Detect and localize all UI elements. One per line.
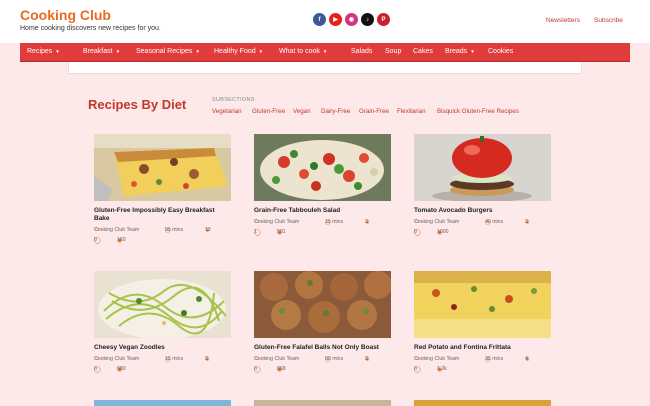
recipe-card[interactable]: Gluten-Free Impossibly Easy Breakfast Ba… <box>94 134 231 247</box>
recipe-time: 15 mins <box>165 356 184 362</box>
recipe-author[interactable]: Cooking Club Team <box>254 219 299 225</box>
recipe-author[interactable]: Cooking Club Team <box>414 356 459 362</box>
social-links: f ▶ ◉ ♪ P <box>313 13 390 26</box>
chevron-down-icon: ▼ <box>322 48 328 54</box>
chevron-down-icon: ▼ <box>195 48 200 54</box>
recipe-views: 1.2k <box>437 366 447 372</box>
subsections-label: SUBSECTIONS <box>212 97 255 103</box>
recipe-views: 1000 <box>437 229 449 235</box>
nav-item-soup[interactable]: Soup <box>385 48 401 55</box>
recipe-image[interactable] <box>254 134 391 201</box>
recipe-image[interactable] <box>254 271 391 338</box>
recipe-comments[interactable]: 0 <box>254 366 257 372</box>
recipe-comments[interactable]: 0 <box>94 237 97 243</box>
recipe-time: 15 mins <box>325 219 344 225</box>
recipe-author[interactable]: Cooking Club Team <box>94 356 139 362</box>
recipe-servings: 4 <box>525 356 528 362</box>
nav-item-breads[interactable]: Breads ▼ <box>445 48 475 55</box>
recipe-card[interactable]: Cheesy Vegan Zoodles ☺ Cooking Club Team … <box>94 271 231 376</box>
subsection-link-dairy-free[interactable]: Dairy-Free <box>321 108 350 115</box>
chevron-down-icon: ▼ <box>55 48 60 54</box>
recipe-image[interactable] <box>414 271 551 338</box>
recipe-time: 35 mins <box>485 356 504 362</box>
recipe-title[interactable]: Tomato Avocado Burgers <box>414 207 551 215</box>
recipe-time: 40 mins <box>485 219 504 225</box>
recipe-card[interactable]: Tomato Avocado Burgers ☺ Cooking Club Tea… <box>414 134 551 239</box>
nav-item-recipes[interactable]: Recipes ▼ <box>27 48 60 55</box>
site-header: Cooking Club Home cooking discovers new … <box>0 0 650 43</box>
nav-item-what-to-cook[interactable]: What to cook ▼ <box>279 48 327 55</box>
recipe-views: 868 <box>277 366 286 372</box>
recipe-image[interactable] <box>94 400 231 406</box>
recipe-comments[interactable]: 0 <box>94 366 97 372</box>
recipe-card[interactable]: Red Potato and Fontina Frittata ☺ Cooking… <box>414 271 551 376</box>
recipe-views: 160 <box>117 237 126 243</box>
subsection-link-vegetarian[interactable]: Vegetarian <box>212 108 242 115</box>
recipe-servings: 12 <box>205 227 211 233</box>
recipe-title[interactable]: Gluten-Free Impossibly Easy Breakfast Ba… <box>94 207 231 223</box>
pinterest-icon[interactable]: P <box>377 13 390 26</box>
subsection-link-flexitarian[interactable]: Flexitarian <box>397 108 426 115</box>
site-tagline: Home cooking discovers new recipes for y… <box>20 25 161 32</box>
content-frame <box>68 62 582 74</box>
recipe-card[interactable]: Grain-Free Tabbouleh Salad ☺ Cooking Club… <box>254 134 391 239</box>
recipe-time: 55 mins <box>165 227 184 233</box>
subsection-link-grain-free[interactable]: Grain-Free <box>359 108 389 115</box>
youtube-icon[interactable]: ▶ <box>329 13 342 26</box>
recipe-title[interactable]: Red Potato and Fontina Frittata <box>414 344 551 352</box>
instagram-icon[interactable]: ◉ <box>345 13 358 26</box>
recipe-servings: 2 <box>365 219 368 225</box>
recipe-comments[interactable]: 0 <box>414 366 417 372</box>
newsletters-link[interactable]: Newsletters <box>546 17 580 24</box>
recipe-image[interactable] <box>94 271 231 338</box>
recipe-comments[interactable]: 1 <box>254 229 257 235</box>
main-nav: Recipes ▼ Breakfast ▼ Seasonal Recipes ▼ He… <box>20 43 630 62</box>
recipe-author[interactable]: Cooking Club Team <box>94 227 139 233</box>
recipe-title[interactable]: Gluten-Free Falafel Balls Not Only Boast <box>254 344 391 352</box>
recipe-title[interactable]: Cheesy Vegan Zoodles <box>94 344 231 352</box>
nav-item-healthy-food[interactable]: Healthy Food ▼ <box>214 48 263 55</box>
facebook-icon[interactable]: f <box>313 13 326 26</box>
tiktok-icon[interactable]: ♪ <box>361 13 374 26</box>
nav-item-cookies[interactable]: Cookies <box>488 48 513 55</box>
subscribe-link[interactable]: Subscribe <box>594 17 623 24</box>
recipe-author[interactable]: Cooking Club Team <box>254 356 299 362</box>
chevron-down-icon: ▼ <box>470 48 475 54</box>
recipe-servings: 2 <box>525 219 528 225</box>
recipe-views: 680 <box>117 366 126 372</box>
nav-item-seasonal-recipes[interactable]: Seasonal Recipes ▼ <box>136 48 200 55</box>
subsection-link-gluten-free[interactable]: Gluten-Free <box>252 108 285 115</box>
recipe-author[interactable]: Cooking Club Team <box>414 219 459 225</box>
recipe-card[interactable]: Gluten-Free Falafel Balls Not Only Boast… <box>254 271 391 376</box>
chevron-down-icon: ▼ <box>115 48 121 54</box>
recipe-image[interactable] <box>94 134 231 201</box>
site-title[interactable]: Cooking Club <box>20 7 111 23</box>
subsection-link-bisquick[interactable]: Bisquick Gluten-Free Recipes <box>437 108 519 115</box>
chevron-down-icon: ▼ <box>258 48 264 54</box>
recipe-views: 591 <box>277 229 286 235</box>
nav-item-cakes[interactable]: Cakes <box>413 48 433 55</box>
nav-item-breakfast[interactable]: Breakfast ▼ <box>83 48 120 55</box>
recipe-image[interactable] <box>254 400 391 406</box>
recipe-image[interactable] <box>414 400 551 406</box>
recipe-comments[interactable]: 0 <box>414 229 417 235</box>
recipe-title[interactable]: Grain-Free Tabbouleh Salad <box>254 207 391 215</box>
subsection-link-vegan[interactable]: Vegan <box>293 108 311 115</box>
recipe-image[interactable] <box>414 134 551 201</box>
recipe-servings: 2 <box>205 356 208 362</box>
recipe-time: 50 mins <box>325 356 344 362</box>
nav-item-salads[interactable]: Salads <box>351 48 372 55</box>
recipe-servings: 2 <box>365 356 368 362</box>
section-title: Recipes By Diet <box>88 97 187 112</box>
